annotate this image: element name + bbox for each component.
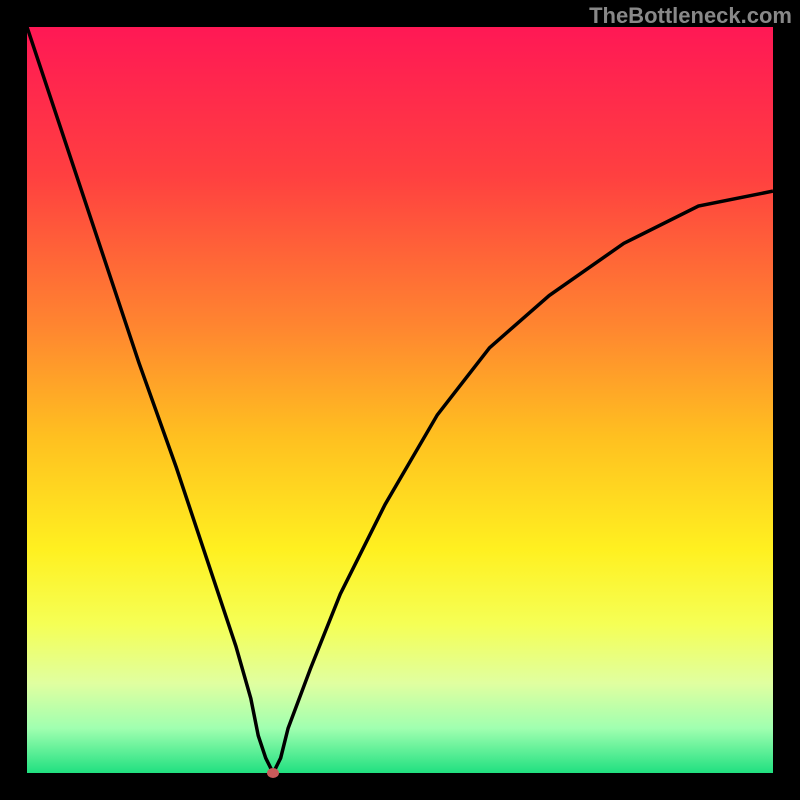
chart-plot-area	[27, 27, 773, 773]
watermark-text: TheBottleneck.com	[589, 3, 792, 29]
optimal-point-marker	[267, 768, 279, 778]
bottleneck-curve	[27, 27, 773, 773]
